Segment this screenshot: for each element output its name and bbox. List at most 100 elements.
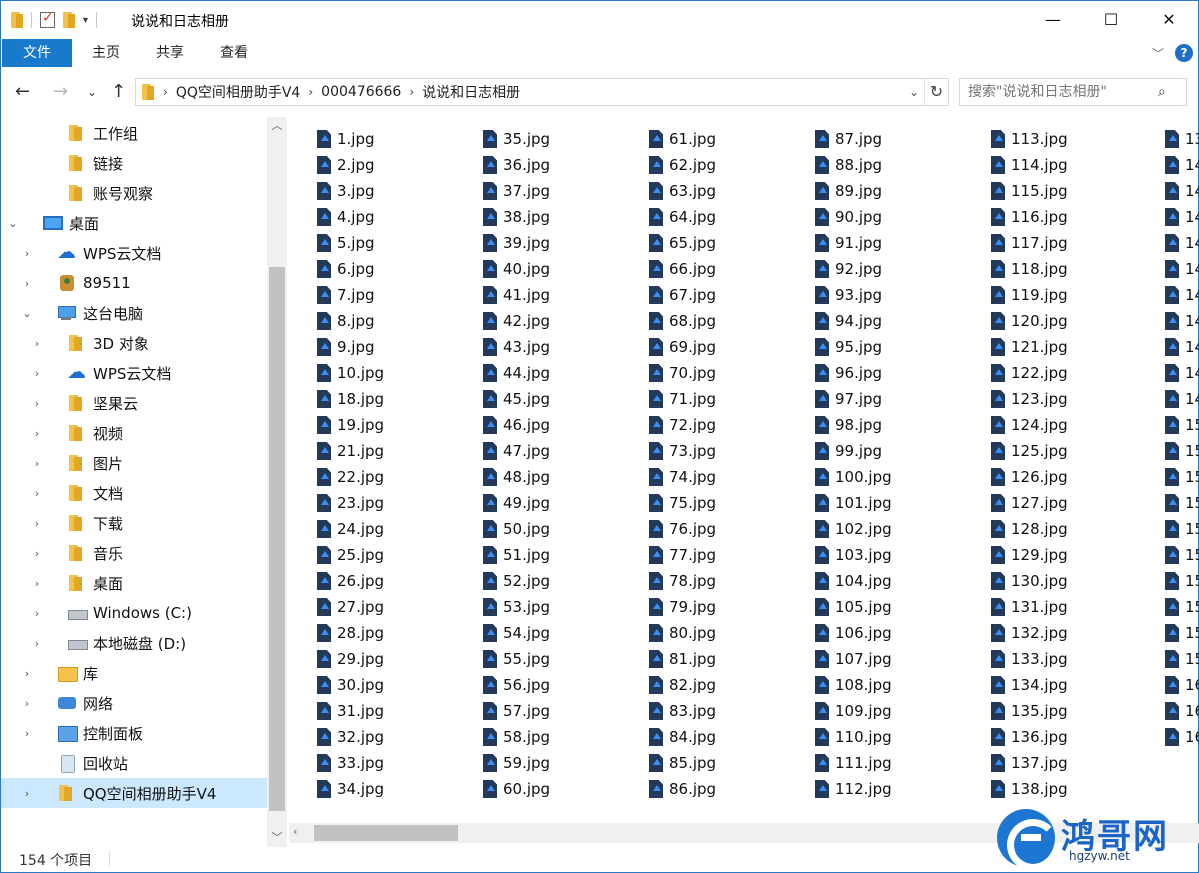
file-item[interactable]: 52.jpg bbox=[483, 569, 550, 593]
file-item[interactable]: 103.jpg bbox=[815, 543, 892, 567]
nav-item[interactable]: › 桌面 bbox=[1, 568, 267, 598]
file-item[interactable]: 82.jpg bbox=[649, 673, 716, 697]
nav-item[interactable]: › 视频 bbox=[1, 418, 267, 448]
file-item[interactable]: 51.jpg bbox=[483, 543, 550, 567]
file-item[interactable]: 101.jpg bbox=[815, 491, 892, 515]
expand-chevron-icon[interactable]: › bbox=[29, 607, 45, 620]
nav-item[interactable]: › 下载 bbox=[1, 508, 267, 538]
file-item[interactable]: 125.jpg bbox=[991, 439, 1068, 463]
nav-item[interactable]: › 控制面板 bbox=[1, 718, 267, 748]
file-item[interactable]: 107.jpg bbox=[815, 647, 892, 671]
file-item[interactable]: 97.jpg bbox=[815, 387, 882, 411]
file-item[interactable]: 90.jpg bbox=[815, 205, 882, 229]
file-item[interactable]: 8.jpg bbox=[317, 309, 375, 333]
file-item[interactable]: 98.jpg bbox=[815, 413, 882, 437]
file-item[interactable]: 41.jpg bbox=[483, 283, 550, 307]
file-item[interactable]: 4.jpg bbox=[317, 205, 375, 229]
recent-locations-chevron-icon[interactable]: ⌄ bbox=[87, 85, 97, 99]
forward-arrow-icon[interactable]: → bbox=[53, 81, 68, 102]
file-item[interactable]: 91.jpg bbox=[815, 231, 882, 255]
file-item[interactable]: 55.jpg bbox=[483, 647, 550, 671]
nav-item[interactable]: 账号观察 bbox=[1, 178, 267, 208]
nav-item[interactable]: 回收站 bbox=[1, 748, 267, 778]
file-item[interactable]: 56.jpg bbox=[483, 673, 550, 697]
file-item[interactable]: 10.jpg bbox=[317, 361, 384, 385]
file-item[interactable]: 79.jpg bbox=[649, 595, 716, 619]
file-item[interactable]: 109.jpg bbox=[815, 699, 892, 723]
file-item[interactable]: 92.jpg bbox=[815, 257, 882, 281]
file-item[interactable]: 14 bbox=[1165, 387, 1199, 411]
file-item[interactable]: 128.jpg bbox=[991, 517, 1068, 541]
file-item[interactable]: 21.jpg bbox=[317, 439, 384, 463]
file-item[interactable]: 14 bbox=[1165, 257, 1199, 281]
file-item[interactable]: 57.jpg bbox=[483, 699, 550, 723]
file-item[interactable]: 76.jpg bbox=[649, 517, 716, 541]
nav-item[interactable]: 链接 bbox=[1, 148, 267, 178]
file-item[interactable]: 100.jpg bbox=[815, 465, 892, 489]
scroll-down-icon[interactable]: ﹀ bbox=[267, 829, 287, 847]
nav-item[interactable]: › QQ空间相册助手V4 bbox=[1, 778, 267, 808]
file-item[interactable]: 89.jpg bbox=[815, 179, 882, 203]
file-item[interactable]: 106.jpg bbox=[815, 621, 892, 645]
file-item[interactable]: 126.jpg bbox=[991, 465, 1068, 489]
file-item[interactable]: 29.jpg bbox=[317, 647, 384, 671]
file-item[interactable]: 67.jpg bbox=[649, 283, 716, 307]
file-item[interactable]: 71.jpg bbox=[649, 387, 716, 411]
refresh-icon[interactable]: ↻ bbox=[924, 79, 948, 105]
file-item[interactable]: 127.jpg bbox=[991, 491, 1068, 515]
file-item[interactable]: 102.jpg bbox=[815, 517, 892, 541]
file-item[interactable]: 134.jpg bbox=[991, 673, 1068, 697]
scrollbar-thumb[interactable] bbox=[269, 267, 285, 811]
file-item[interactable]: 40.jpg bbox=[483, 257, 550, 281]
nav-item[interactable]: › 本地磁盘 (D:) bbox=[1, 628, 267, 658]
nav-item[interactable]: › 文档 bbox=[1, 478, 267, 508]
file-item[interactable]: 63.jpg bbox=[649, 179, 716, 203]
scroll-left-icon[interactable]: ‹ bbox=[293, 825, 297, 838]
expand-chevron-icon[interactable]: › bbox=[19, 247, 35, 260]
file-item[interactable]: 50.jpg bbox=[483, 517, 550, 541]
file-item[interactable]: 15 bbox=[1165, 595, 1199, 619]
file-item[interactable]: 34.jpg bbox=[317, 777, 384, 801]
file-item[interactable]: 39.jpg bbox=[483, 231, 550, 255]
expand-chevron-icon[interactable]: › bbox=[29, 517, 45, 530]
file-item[interactable]: 118.jpg bbox=[991, 257, 1068, 281]
expand-chevron-icon[interactable]: › bbox=[29, 367, 45, 380]
search-input[interactable] bbox=[968, 84, 1158, 100]
file-item[interactable]: 108.jpg bbox=[815, 673, 892, 697]
file-item[interactable]: 116.jpg bbox=[991, 205, 1068, 229]
expand-chevron-icon[interactable]: › bbox=[29, 487, 45, 500]
expand-ribbon-chevron-icon[interactable]: ﹀ bbox=[1152, 45, 1164, 62]
file-item[interactable]: 85.jpg bbox=[649, 751, 716, 775]
file-item[interactable]: 24.jpg bbox=[317, 517, 384, 541]
breadcrumb-chevron-icon[interactable]: › bbox=[160, 85, 171, 99]
file-item[interactable]: 15 bbox=[1165, 647, 1199, 671]
file-item[interactable]: 35.jpg bbox=[483, 127, 550, 151]
file-item[interactable]: 7.jpg bbox=[317, 283, 375, 307]
file-item[interactable]: 3.jpg bbox=[317, 179, 375, 203]
file-item[interactable]: 16 bbox=[1165, 725, 1199, 749]
file-item[interactable]: 14 bbox=[1165, 335, 1199, 359]
file-item[interactable]: 80.jpg bbox=[649, 621, 716, 645]
properties-icon[interactable] bbox=[40, 10, 55, 28]
address-history-chevron-icon[interactable]: ⌄ bbox=[904, 85, 924, 99]
nav-scrollbar[interactable]: ︿ ﹀ bbox=[267, 117, 287, 847]
file-item[interactable]: 32.jpg bbox=[317, 725, 384, 749]
file-item[interactable]: 15 bbox=[1165, 517, 1199, 541]
nav-item[interactable]: › 库 bbox=[1, 658, 267, 688]
file-item[interactable]: 59.jpg bbox=[483, 751, 550, 775]
nav-item[interactable]: › WPS云文档 bbox=[1, 238, 267, 268]
file-item[interactable]: 15 bbox=[1165, 621, 1199, 645]
file-item[interactable]: 137.jpg bbox=[991, 751, 1068, 775]
file-item[interactable]: 58.jpg bbox=[483, 725, 550, 749]
tab-view[interactable]: 查看 bbox=[205, 39, 263, 67]
nav-item[interactable]: › 图片 bbox=[1, 448, 267, 478]
expand-chevron-icon[interactable]: › bbox=[29, 547, 45, 560]
up-arrow-icon[interactable]: ↑ bbox=[111, 81, 126, 102]
file-item[interactable]: 25.jpg bbox=[317, 543, 384, 567]
nav-item[interactable]: › 3D 对象 bbox=[1, 328, 267, 358]
expand-chevron-icon[interactable]: › bbox=[29, 577, 45, 590]
file-item[interactable]: 129.jpg bbox=[991, 543, 1068, 567]
expand-chevron-icon[interactable]: ⌄ bbox=[19, 307, 35, 320]
search-icon[interactable]: ⌕ bbox=[1158, 84, 1166, 100]
file-item[interactable]: 119.jpg bbox=[991, 283, 1068, 307]
